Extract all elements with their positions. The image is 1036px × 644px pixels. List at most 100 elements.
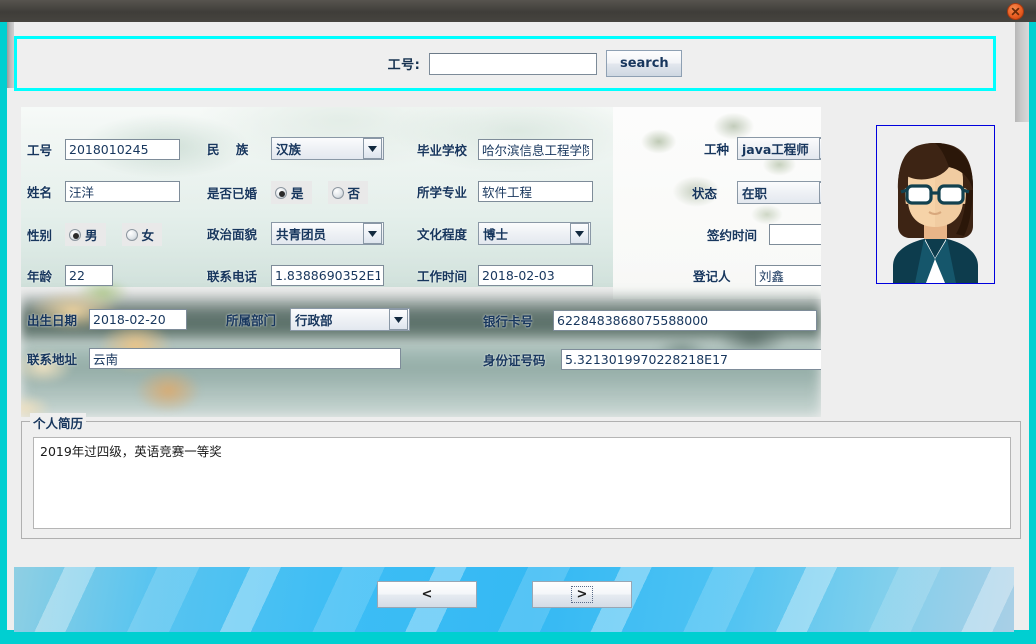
search-label: 工号:	[387, 58, 421, 73]
school-input[interactable]	[478, 139, 593, 160]
education-value: 博士	[483, 227, 509, 242]
job-type-select[interactable]: java工程师	[737, 137, 821, 160]
gender-radio-male[interactable]: 男	[65, 223, 106, 246]
gender-label: 性别	[27, 228, 53, 243]
search-row: 工号: search	[388, 50, 683, 77]
name-input[interactable]	[65, 181, 180, 202]
next-record-button[interactable]: >	[532, 581, 632, 608]
education-select[interactable]: 博士	[478, 222, 591, 245]
department-select[interactable]: 行政部	[290, 308, 410, 331]
political-select[interactable]: 共青团员	[271, 222, 384, 245]
field-status: 状态 在职	[692, 181, 821, 204]
search-input[interactable]	[429, 52, 598, 75]
age-label: 年龄	[27, 269, 53, 284]
political-value: 共青团员	[276, 227, 327, 242]
gender-radio-group: 男 女	[65, 223, 163, 246]
window-frame: 工号: search 工号 2018010245 姓名 汪洋 性别 男 女 年龄…	[0, 22, 1036, 644]
phone-input[interactable]	[271, 265, 384, 286]
window-content: 工号: search 工号 2018010245 姓名 汪洋 性别 男 女 年龄…	[7, 22, 1029, 632]
married-radio-yes[interactable]: 是	[271, 181, 312, 204]
field-nation: 民 族 汉族	[207, 137, 384, 160]
age-input[interactable]	[65, 265, 113, 286]
radio-dot-icon	[275, 186, 287, 199]
education-label: 文化程度	[417, 227, 468, 242]
id-number-input[interactable]	[561, 349, 821, 370]
resume-group: 个人简历	[21, 413, 1021, 539]
radio-dot-icon	[69, 228, 81, 241]
field-phone: 联系电话	[207, 265, 384, 286]
department-label: 所属部门	[226, 313, 277, 328]
chevron-down-icon[interactable]	[363, 223, 382, 244]
status-label: 状态	[692, 186, 718, 201]
previous-record-button[interactable]: <	[377, 581, 477, 608]
married-radio-no[interactable]: 否	[327, 181, 369, 204]
registrar-label: 登记人	[693, 269, 731, 284]
sign-date-input[interactable]	[769, 224, 821, 245]
field-job-type: 工种 java工程师	[704, 137, 821, 160]
resume-textarea[interactable]	[33, 437, 1011, 529]
major-input[interactable]	[478, 181, 593, 202]
field-address: 联系地址	[27, 348, 401, 369]
field-political: 政治面貌 共青团员	[207, 222, 384, 245]
school-label: 毕业学校	[417, 143, 468, 158]
chevron-down-icon[interactable]	[389, 309, 408, 330]
next-label: >	[570, 586, 594, 603]
job-type-label: 工种	[704, 142, 730, 157]
pagination-panel: < >	[14, 567, 1014, 632]
bank-card-label: 银行卡号	[483, 314, 534, 329]
status-value: 在职	[742, 186, 768, 201]
employee-form-panel: 工号 姓名 性别 男	[21, 107, 821, 417]
phone-label: 联系电话	[207, 269, 258, 284]
job-type-value: java工程师	[742, 142, 809, 157]
search-button[interactable]: search	[606, 50, 683, 77]
nation-value: 汉族	[276, 142, 302, 157]
id-number-label: 身份证号码	[483, 353, 546, 368]
search-panel: 工号: search	[14, 36, 996, 91]
field-age: 年龄	[27, 265, 113, 286]
field-name: 姓名	[27, 181, 180, 202]
gender-option-female-label: 女	[141, 228, 155, 243]
birth-date-input[interactable]	[89, 309, 187, 330]
political-label: 政治面貌	[207, 227, 258, 242]
sign-date-label: 签约时间	[707, 228, 758, 243]
status-select[interactable]: 在职	[737, 181, 821, 204]
name-label: 姓名	[27, 185, 53, 200]
avatar	[876, 125, 995, 284]
field-bank-card: 银行卡号	[483, 310, 817, 331]
registrar-input[interactable]	[755, 265, 821, 286]
address-input[interactable]	[89, 348, 401, 369]
work-date-label: 工作时间	[417, 269, 468, 284]
field-id-number: 身份证号码	[483, 349, 821, 370]
avatar-illustration	[877, 126, 994, 283]
married-option-yes-label: 是	[291, 186, 304, 201]
chevron-down-icon[interactable]	[819, 182, 821, 203]
resume-group-title: 个人简历	[30, 413, 87, 432]
field-department: 所属部门 行政部	[226, 308, 410, 331]
address-label: 联系地址	[27, 352, 78, 367]
field-gender: 性别 男 女	[27, 223, 163, 246]
right-scroll-gutter[interactable]	[1015, 22, 1029, 122]
previous-label: <	[421, 587, 433, 602]
gender-radio-female[interactable]: 女	[121, 223, 163, 246]
window-title-bar	[0, 0, 1036, 22]
chevron-down-icon[interactable]	[819, 138, 821, 159]
gender-option-male-label: 男	[85, 228, 98, 243]
field-work-date: 工作时间	[417, 265, 593, 286]
major-label: 所学专业	[417, 185, 468, 200]
married-radio-group: 是 否	[271, 181, 369, 204]
close-icon[interactable]	[1007, 3, 1024, 20]
work-date-input[interactable]	[478, 265, 593, 286]
employee-no-input[interactable]	[65, 139, 180, 160]
field-employee-no: 工号	[27, 139, 180, 160]
chevron-down-icon[interactable]	[363, 138, 382, 159]
bank-card-input[interactable]	[553, 310, 817, 331]
employee-no-label: 工号	[27, 143, 53, 158]
married-label: 是否已婚	[207, 186, 258, 201]
radio-dot-icon	[125, 228, 138, 241]
nation-select[interactable]: 汉族	[271, 137, 384, 160]
chevron-down-icon[interactable]	[570, 223, 589, 244]
field-registrar: 登记人	[693, 265, 821, 286]
form-fields: 工号 姓名 性别 男	[21, 107, 821, 417]
married-option-no-label: 否	[347, 186, 361, 201]
field-birth-date: 出生日期	[27, 309, 187, 330]
